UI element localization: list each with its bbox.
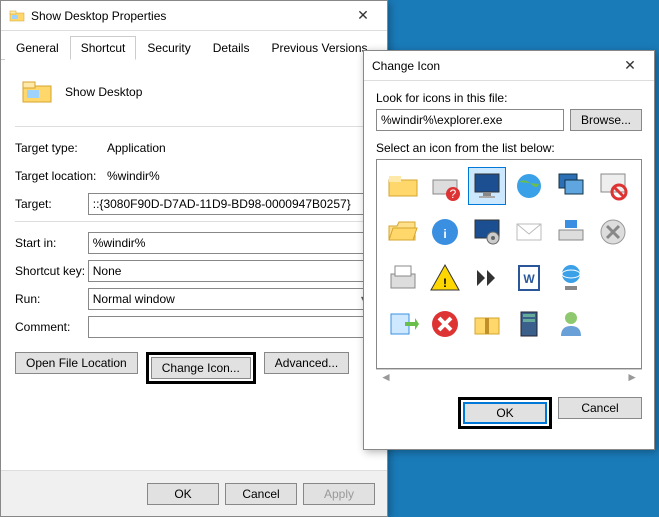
icon-list[interactable]: ? i ! W — [376, 159, 642, 369]
folder-icon — [9, 8, 25, 24]
highlight-ok: OK — [458, 397, 552, 429]
delete-circle-icon[interactable] — [595, 214, 631, 250]
close-icon[interactable]: ✕ — [343, 2, 383, 30]
run-select-value: Normal window — [93, 292, 175, 306]
highlight-change-icon: Change Icon... — [146, 352, 256, 384]
tab-previous-versions[interactable]: Previous Versions — [260, 36, 378, 60]
properties-body: Show Desktop Target type: Application Ta… — [1, 60, 387, 394]
tab-general[interactable]: General — [5, 36, 70, 60]
shortcut-name: Show Desktop — [65, 85, 142, 99]
globe-icon[interactable] — [511, 168, 547, 204]
change-icon-window: Change Icon ✕ Look for icons in this fil… — [363, 50, 655, 450]
cancel-button[interactable]: Cancel — [558, 397, 642, 419]
target-type-value: Application — [107, 141, 373, 155]
icon-path-input[interactable] — [376, 109, 564, 131]
change-icon-title: Change Icon — [372, 59, 610, 73]
properties-title: Show Desktop Properties — [31, 9, 343, 23]
fax-icon[interactable] — [385, 260, 421, 296]
svg-text:!: ! — [443, 276, 447, 290]
shortcut-key-input[interactable] — [88, 260, 373, 282]
tab-shortcut[interactable]: Shortcut — [70, 36, 137, 60]
folder-icon[interactable] — [385, 168, 421, 204]
blank-icon[interactable] — [595, 260, 631, 296]
shortcut-large-icon — [21, 76, 53, 108]
user-account-icon[interactable] — [553, 306, 589, 342]
svg-text:?: ? — [450, 187, 457, 201]
properties-titlebar: Show Desktop Properties ✕ — [1, 1, 387, 31]
info-icon[interactable]: i — [427, 214, 463, 250]
select-icon-label: Select an icon from the list below: — [376, 141, 642, 155]
start-in-label: Start in: — [15, 236, 88, 250]
run-label: Run: — [15, 292, 88, 306]
printer-help-icon[interactable]: ? — [427, 168, 463, 204]
network-drive-icon[interactable] — [553, 214, 589, 250]
target-location-value: %windir% — [107, 169, 373, 183]
ok-button[interactable]: OK — [147, 483, 219, 505]
properties-window: Show Desktop Properties ✕ General Shortc… — [0, 0, 388, 517]
change-icon-body: Look for icons in this file: Browse... S… — [364, 81, 654, 439]
start-in-input[interactable] — [88, 232, 373, 254]
cancel-button[interactable]: Cancel — [225, 483, 297, 505]
comment-label: Comment: — [15, 320, 88, 334]
change-icon-button[interactable]: Change Icon... — [151, 357, 251, 379]
target-label: Target: — [15, 197, 88, 211]
svg-text:W: W — [523, 272, 535, 286]
blank-icon[interactable] — [595, 306, 631, 342]
fast-forward-icon[interactable] — [469, 260, 505, 296]
properties-footer: OK Cancel Apply — [1, 470, 387, 516]
tab-security[interactable]: Security — [136, 36, 201, 60]
open-folder-icon[interactable] — [385, 214, 421, 250]
windows-cascade-icon[interactable] — [553, 168, 589, 204]
screen-blocked-icon[interactable] — [595, 168, 631, 204]
target-input[interactable] — [88, 193, 373, 215]
change-icon-titlebar: Change Icon ✕ — [364, 51, 654, 81]
target-type-label: Target type: — [15, 141, 107, 155]
comment-input[interactable] — [88, 316, 373, 338]
apply-button[interactable]: Apply — [303, 483, 375, 505]
browse-button[interactable]: Browse... — [570, 109, 642, 131]
shortcut-key-label: Shortcut key: — [15, 264, 88, 278]
tab-bar: General Shortcut Security Details Previo… — [1, 31, 387, 60]
target-location-label: Target location: — [15, 169, 107, 183]
envelope-icon[interactable] — [511, 214, 547, 250]
compressed-folder-icon[interactable] — [469, 306, 505, 342]
error-icon[interactable] — [427, 306, 463, 342]
warning-icon[interactable]: ! — [427, 260, 463, 296]
tab-details[interactable]: Details — [202, 36, 261, 60]
gear-monitor-icon[interactable] — [469, 214, 505, 250]
globe-network-icon[interactable] — [553, 260, 589, 296]
monitor-icon[interactable] — [469, 168, 505, 204]
server-icon[interactable] — [511, 306, 547, 342]
run-select[interactable]: Normal window ▼ — [88, 288, 373, 310]
close-icon[interactable]: ✕ — [610, 52, 650, 80]
svg-text:i: i — [443, 227, 446, 241]
ok-button[interactable]: OK — [463, 402, 547, 424]
advanced-button[interactable]: Advanced... — [264, 352, 349, 374]
look-for-label: Look for icons in this file: — [376, 91, 642, 105]
export-icon[interactable] — [385, 306, 421, 342]
horizontal-scrollbar[interactable]: ◄► — [376, 369, 642, 383]
open-file-location-button[interactable]: Open File Location — [15, 352, 138, 374]
word-icon[interactable]: W — [511, 260, 547, 296]
